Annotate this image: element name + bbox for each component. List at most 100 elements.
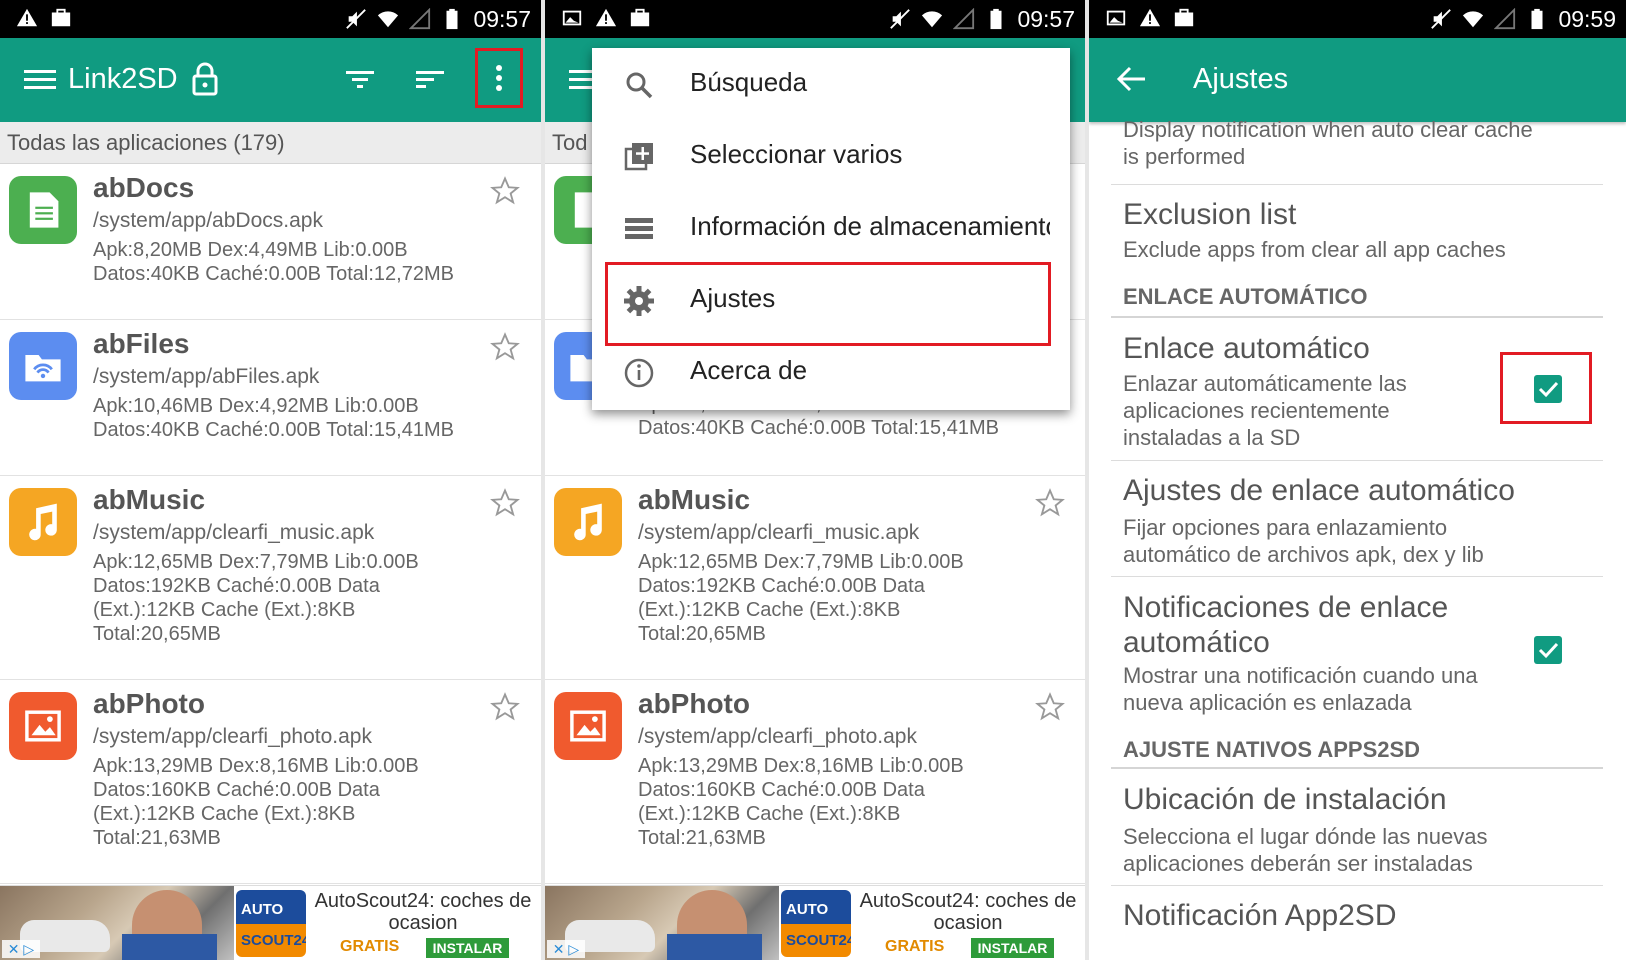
toolbar: Link2SD — [0, 38, 541, 122]
list-item[interactable]: abPhoto /system/app/clearfi_photo.apk Ap… — [0, 680, 541, 884]
signal-icon — [1494, 8, 1516, 30]
overflow-menu: Búsqueda Seleccionar varios Información … — [592, 48, 1070, 410]
app-path: /system/app/clearfi_photo.apk — [638, 725, 917, 748]
star-icon[interactable] — [1035, 488, 1065, 518]
category-auto-link: ENLACE AUTOMÁTICO — [1123, 284, 1368, 309]
app-list: abDocs /system/app/abDocs.apk Apk:8,20MB… — [0, 164, 541, 884]
briefcase-icon — [1174, 8, 1194, 27]
back-arrow-icon[interactable] — [1115, 62, 1149, 96]
list-item[interactable]: abFiles /system/app/abFiles.apk Apk:10,4… — [0, 320, 541, 476]
battery-icon — [1531, 8, 1543, 30]
autoscout-logo: AUTO SCOUT24 — [236, 890, 306, 957]
clock: 09:59 — [1558, 6, 1616, 32]
app-path: /system/app/clearfi_photo.apk — [93, 725, 372, 748]
clock: 09:57 — [1017, 6, 1075, 32]
app-list-screen: 09:57 Link2SD Todas las aplicaciones (17… — [0, 0, 541, 960]
menu-item-about[interactable]: Acerca de — [592, 336, 1070, 408]
image-icon — [562, 10, 582, 26]
status-bar: 09:59 — [1089, 0, 1626, 38]
signal-icon — [409, 8, 431, 30]
app-info: Apk:12,65MB Dex:7,79MB Lib:0.00B Datos:1… — [93, 551, 419, 645]
category-native-apps2sd: AJUSTE NATIVOS APPS2SD — [1123, 737, 1421, 762]
star-icon[interactable] — [490, 176, 520, 206]
filter-icon[interactable] — [344, 66, 376, 94]
list-subheader: Todas las aplicaciones (179) — [0, 122, 541, 164]
more-vert-icon — [496, 65, 502, 91]
warning-icon — [1139, 8, 1161, 27]
app-path: /system/app/abDocs.apk — [93, 209, 323, 232]
app-info: Apk:8,20MB Dex:4,49MB Lib:0.00B Datos:40… — [93, 239, 454, 285]
add-box-icon — [624, 143, 653, 171]
ad-free-label: GRATIS — [885, 938, 945, 955]
install-location-setting[interactable]: Ubicación de instalación Selecciona el l… — [1089, 769, 1626, 885]
info-icon — [624, 358, 654, 388]
overflow-menu-screen: 09:57 Tod Apk:10,46MB Dex:4,92MB Lib:0.0… — [545, 0, 1085, 960]
ad-title: AutoScout24: coches de ocasion — [859, 890, 1077, 934]
hamburger-menu-icon[interactable] — [24, 65, 58, 95]
app-info: Apk:12,65MB Dex:7,79MB Lib:0.00B Datos:1… — [638, 551, 964, 645]
sort-icon[interactable] — [414, 66, 446, 94]
battery-icon — [446, 8, 458, 30]
list-item[interactable]: abMusic /system/app/clearfi_music.apk Ap… — [0, 476, 541, 680]
ad-install-button[interactable]: INSTALAR — [426, 938, 509, 958]
app-info: Datos:40KB Caché:0.00B Total:15,41MB — [638, 417, 999, 439]
check-icon — [1538, 642, 1559, 659]
exclusion-list-setting[interactable]: Exclusion list Exclude apps from clear a… — [1089, 184, 1626, 289]
app-name: abMusic — [93, 484, 206, 515]
app-name: abMusic — [638, 484, 751, 515]
search-icon — [626, 72, 653, 99]
list-item[interactable]: abMusic /system/app/clearfi_music.apk Ap… — [545, 476, 1085, 680]
mute-icon — [890, 9, 911, 29]
warning-icon — [595, 8, 617, 27]
menu-item-storage-info[interactable]: Información de almacenamiento — [592, 192, 1070, 264]
photo-icon — [554, 692, 622, 760]
app-name: abPhoto — [93, 688, 205, 719]
music-icon — [554, 488, 622, 556]
star-icon[interactable] — [490, 332, 520, 362]
app-path: /system/app/clearfi_music.apk — [93, 521, 375, 544]
star-icon[interactable] — [1035, 692, 1065, 722]
auto-link-checkbox[interactable] — [1534, 375, 1562, 403]
auto-link-setting[interactable]: Enlace automático Enlazar automáticament… — [1089, 318, 1626, 460]
auto-link-notifications-setting[interactable]: Notificaciones de enlace automático Most… — [1089, 576, 1626, 732]
page-title: Ajustes — [1193, 63, 1289, 95]
ad-banner[interactable]: ✕ ▷ AUTO SCOUT24 AutoScout24: coches de o… — [545, 885, 1085, 960]
app-info: Apk:13,29MB Dex:8,16MB Lib:0.00B Datos:1… — [638, 755, 964, 849]
app-path: /system/app/clearfi_music.apk — [638, 521, 920, 544]
image-icon — [1106, 10, 1126, 26]
menu-item-search[interactable]: Búsqueda — [592, 48, 1070, 120]
app-name: abFiles — [93, 328, 190, 359]
briefcase-icon — [51, 8, 71, 27]
auto-link-notifications-checkbox[interactable] — [1534, 636, 1562, 664]
settings-highlight-box — [605, 262, 1051, 346]
list-item[interactable]: abPhoto /system/app/clearfi_photo.apk Ap… — [545, 680, 1085, 884]
app-info: Apk:10,46MB Dex:4,92MB Lib:0.00B Datos:4… — [93, 395, 454, 441]
ad-close-button[interactable]: ✕ ▷ — [2, 940, 40, 958]
ad-title: AutoScout24: coches de ocasion — [314, 890, 532, 934]
lock-icon[interactable] — [191, 62, 219, 96]
list-item[interactable]: abDocs /system/app/abDocs.apk Apk:8,20MB… — [0, 164, 541, 320]
status-bar: 09:57 — [0, 0, 541, 38]
star-icon[interactable] — [490, 488, 520, 518]
photo-icon — [9, 692, 77, 760]
menu-item-select-multiple[interactable]: Seleccionar varios — [592, 120, 1070, 192]
auto-link-options-setting[interactable]: Ajustes de enlace automático Fijar opcio… — [1089, 460, 1626, 576]
ad-banner[interactable]: ✕ ▷ AUTO SCOUT24 AutoScout24: coches de o… — [0, 885, 541, 960]
ad-free-label: GRATIS — [340, 938, 400, 955]
star-icon[interactable] — [490, 692, 520, 722]
toolbar: Ajustes — [1089, 38, 1626, 122]
wifi-icon — [1463, 11, 1484, 28]
status-bar: 09:57 — [545, 0, 1085, 38]
auto-clear-notification-setting[interactable]: Display notification when auto clear cac… — [1089, 116, 1626, 178]
autoscout-logo: AUTO SCOUT24 — [781, 890, 851, 957]
app-title: Link2SD — [68, 63, 178, 95]
app-path: /system/app/abFiles.apk — [93, 365, 320, 388]
docs-icon — [9, 176, 77, 244]
clock: 09:57 — [473, 6, 531, 32]
overflow-menu-button[interactable] — [475, 48, 523, 108]
ad-install-button[interactable]: INSTALAR — [971, 938, 1054, 958]
app2sd-notification-setting[interactable]: Notificación App2SD — [1089, 885, 1626, 960]
wifi-icon — [378, 11, 399, 28]
ad-close-button[interactable]: ✕ ▷ — [547, 940, 585, 958]
app-name: abDocs — [93, 172, 195, 203]
